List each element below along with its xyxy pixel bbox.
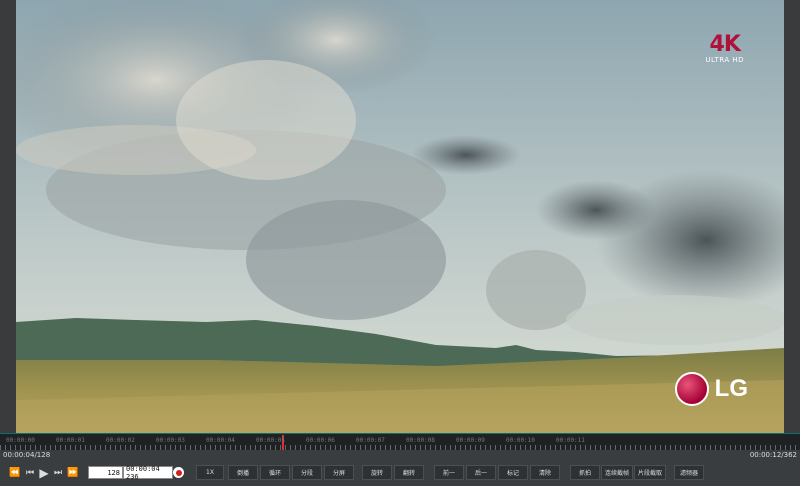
frame-number-field[interactable]: 128 [88, 466, 123, 479]
4k-badge-text: 4K [709, 32, 741, 57]
split-screen-button[interactable]: 分屏 [324, 465, 354, 480]
current-time-readout: 00:00:04/128 [3, 451, 51, 459]
timeline-tick-label: 00:00:01 [56, 437, 85, 444]
timeline-tick-label: 00:00:06 [306, 437, 335, 444]
prev-frame-button[interactable]: ⏮ [24, 465, 36, 480]
timeline-ticks [0, 445, 800, 450]
forward-button[interactable]: ⏩ [66, 465, 80, 480]
time-readouts: 00:00:04/128 00:00:12/362 [0, 451, 800, 461]
next-button[interactable]: 后一 [466, 465, 496, 480]
clip-capture-button[interactable]: 片段截取 [634, 465, 666, 480]
timeline-tick-label: 00:00:00 [6, 437, 35, 444]
forward-icon: ⏩ [67, 467, 79, 478]
mark-button[interactable]: 标记 [498, 465, 528, 480]
record-button[interactable] [173, 467, 184, 478]
timeline-tick-label: 00:00:02 [106, 437, 135, 444]
control-bar: ⏪ ⏮ ▶ ⏭ ⏩ 128 00:00:04 236 1X 倒播 循环 分段 分… [0, 463, 800, 483]
video-frame[interactable]: 4K ULTRA HD LG [16, 0, 784, 433]
total-time-readout: 00:00:12/362 [749, 451, 797, 459]
timeline-tick-label: 00:00:04 [206, 437, 235, 444]
flip-button[interactable]: 翻转 [394, 465, 424, 480]
lg-logo: LG [674, 372, 748, 406]
rotate-button[interactable]: 旋转 [362, 465, 392, 480]
play-icon: ▶ [39, 465, 49, 480]
split-segment-button[interactable]: 分段 [292, 465, 322, 480]
continuous-capture-button[interactable]: 连续截帧 [601, 465, 633, 480]
next-frame-icon: ⏭ [53, 467, 63, 478]
ultra-hd-text: ULTRA HD [705, 56, 744, 64]
rewind-button[interactable]: ⏪ [8, 465, 22, 480]
record-icon [175, 469, 182, 476]
timeline-tick-label: 00:00:08 [406, 437, 435, 444]
loop-button[interactable]: 循环 [260, 465, 290, 480]
prev-button[interactable]: 前一 [434, 465, 464, 480]
lg-logo-text: LG [714, 375, 748, 402]
video-viewport: 4K ULTRA HD LG [0, 0, 800, 433]
reverse-play-button[interactable]: 倒播 [228, 465, 258, 480]
next-frame-button[interactable]: ⏭ [52, 465, 64, 480]
capture-button[interactable]: 抓拍 [570, 465, 600, 480]
timeline-tick-label: 00:00:07 [356, 437, 385, 444]
timeline-tick-label: 00:00:05 [256, 437, 285, 444]
timeline-track[interactable]: 00:00:00 00:00:01 00:00:02 00:00:03 00:00:04… [0, 433, 800, 450]
speed-button[interactable]: 1X [196, 465, 224, 480]
play-button[interactable]: ▶ [38, 465, 50, 480]
timeline-tick-label: 00:00:11 [556, 437, 585, 444]
timecode-field[interactable]: 00:00:04 236 [123, 465, 173, 481]
timeline-tick-label: 00:00:10 [506, 437, 535, 444]
prev-frame-icon: ⏮ [25, 467, 35, 478]
timeline-tick-label: 00:00:03 [156, 437, 185, 444]
4k-badge: 4K ULTRA HD [705, 32, 744, 65]
lg-logo-icon [674, 372, 709, 406]
timeline-tick-label: 00:00:09 [456, 437, 485, 444]
landscape-image [16, 0, 784, 433]
filter-button[interactable]: 滤频器 [674, 465, 704, 480]
clear-button[interactable]: 清除 [530, 465, 560, 480]
rewind-icon: ⏪ [9, 467, 21, 478]
